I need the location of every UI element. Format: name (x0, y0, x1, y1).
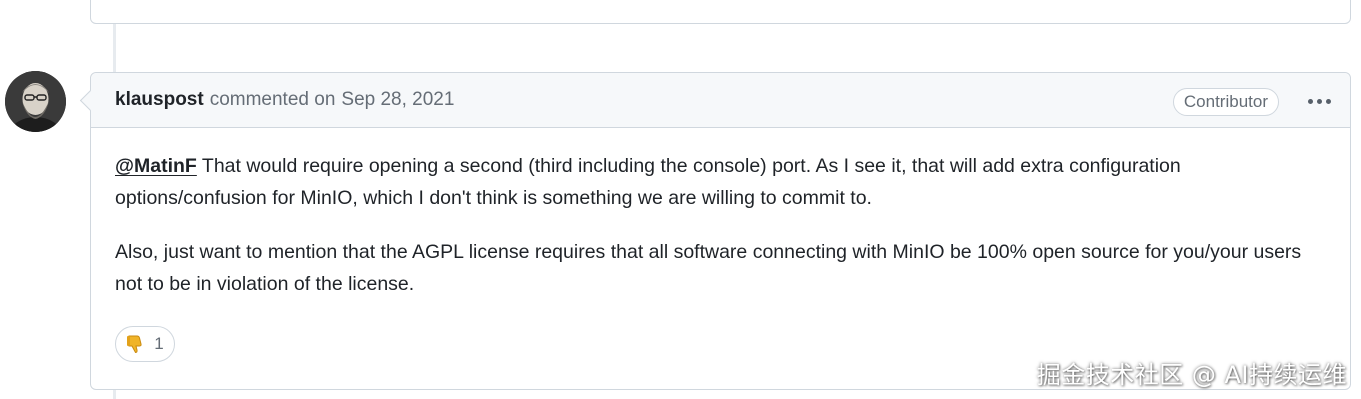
role-badge: Contributor (1172, 88, 1279, 116)
avatar-image (5, 71, 66, 132)
user-mention-link[interactable]: @MatinF (115, 155, 197, 177)
paragraph-1-text: That would require opening a second (thi… (115, 155, 1181, 209)
reaction-button[interactable]: 1 (115, 326, 175, 362)
thumbs-down-icon (127, 335, 142, 354)
reaction-count: 1 (154, 334, 164, 353)
watermark: 掘金技术社区 @ AI持续运维 (1036, 361, 1347, 389)
avatar[interactable] (5, 71, 66, 132)
comment-paragraph-1: @MatinF That would require opening a sec… (115, 150, 1326, 214)
previous-comment-card (90, 0, 1351, 24)
comment-header: klauspost commented on Sep 28, 2021 Cont… (91, 73, 1350, 128)
kebab-horizontal-icon[interactable] (1304, 89, 1334, 113)
comment-action: commented on (209, 89, 336, 110)
comment-paragraph-2: Also, just want to mention that the AGPL… (115, 241, 1302, 295)
author-link[interactable]: klauspost (115, 89, 204, 111)
comment-timestamp[interactable]: Sep 28, 2021 (341, 89, 454, 111)
comment-body: @MatinF That would require opening a sec… (91, 128, 1350, 300)
comment-card: klauspost commented on Sep 28, 2021 Cont… (79, 72, 1351, 390)
